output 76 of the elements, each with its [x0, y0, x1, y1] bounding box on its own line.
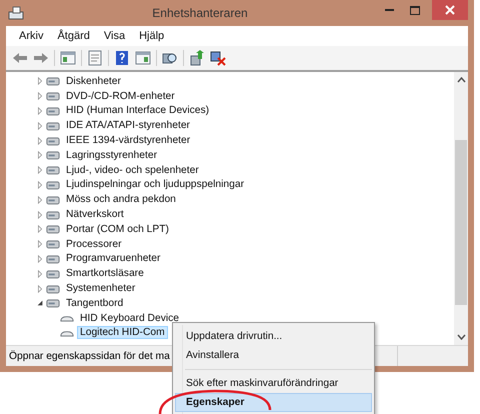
- device-icon: [46, 149, 60, 162]
- tree-item[interactable]: DVD-/CD-ROM-enheter: [63, 90, 178, 103]
- action-pane-icon[interactable]: [135, 50, 151, 66]
- menu-item[interactable]: Arkiv: [12, 30, 50, 42]
- device-icon: [46, 178, 60, 191]
- back-icon[interactable]: [12, 50, 28, 66]
- menu-item[interactable]: Visa: [96, 30, 132, 42]
- device-icon: [46, 238, 60, 250]
- device-icon: [46, 120, 60, 132]
- expand-arrow-icon[interactable]: [36, 92, 44, 100]
- device-icon: [46, 104, 60, 117]
- device-icon: [46, 75, 60, 88]
- device-icon: [46, 268, 60, 280]
- close-button[interactable]: [432, 0, 468, 20]
- device-icon: [46, 134, 60, 147]
- tree-item[interactable]: Ljudinspelningar och ljuduppspelningar: [63, 178, 248, 192]
- device-icon: [46, 223, 60, 236]
- expand-arrow-icon[interactable]: [36, 210, 44, 219]
- status-text: Öppnar egenskapssidan för det ma: [9, 350, 170, 362]
- app-icon: [8, 6, 24, 20]
- tree-item[interactable]: HID (Human Interface Devices): [63, 104, 212, 118]
- device-icon: [46, 282, 60, 295]
- expand-arrow-icon[interactable]: [36, 180, 44, 189]
- close-icon: [445, 5, 455, 15]
- expand-arrow-icon[interactable]: [36, 196, 44, 204]
- window-title: Enhetshanteraren: [151, 6, 249, 20]
- expand-arrow-icon[interactable]: [36, 151, 44, 160]
- context-menu-item[interactable]: Avinstallera: [175, 346, 372, 365]
- properties-icon[interactable]: [87, 50, 103, 66]
- device-icon: [46, 208, 60, 221]
- forward-icon[interactable]: [33, 50, 49, 66]
- tree-item[interactable]: Programvaruenheter: [63, 252, 164, 266]
- tree-item[interactable]: Processorer: [63, 238, 125, 251]
- tree-item[interactable]: Lagringsstyrenheter: [63, 148, 160, 162]
- uninstall-icon[interactable]: [210, 50, 226, 66]
- scroll-down-icon[interactable]: [456, 334, 466, 340]
- maximize-icon: [410, 6, 420, 14]
- device-icon: [46, 252, 60, 265]
- scroll-up-icon[interactable]: [456, 77, 466, 83]
- tree-item[interactable]: HID Keyboard Device: [77, 312, 182, 325]
- tree-item[interactable]: IEEE 1394-värdstyrenheter: [63, 134, 194, 148]
- tree-item[interactable]: IDE ATA/ATAPI-styrenheter: [63, 119, 193, 132]
- update-driver-icon[interactable]: [189, 50, 205, 66]
- minimize-icon: [384, 9, 394, 11]
- scrollbar[interactable]: [454, 72, 468, 345]
- expand-arrow-icon[interactable]: [36, 77, 44, 86]
- tree-item[interactable]: Diskenheter: [63, 74, 124, 88]
- context-menu-item[interactable]: Uppdatera drivrutin...: [175, 327, 372, 346]
- device-icon: [46, 164, 60, 176]
- collapse-arrow-icon[interactable]: [36, 299, 44, 308]
- expand-arrow-icon[interactable]: [36, 136, 44, 145]
- tree-item[interactable]: Nätverkskort: [63, 208, 127, 222]
- expand-arrow-icon[interactable]: [36, 106, 44, 115]
- menu-item[interactable]: Hjälp: [132, 30, 172, 42]
- console-tree-icon[interactable]: [60, 50, 76, 66]
- expand-arrow-icon[interactable]: [36, 270, 44, 278]
- expand-arrow-icon[interactable]: [36, 166, 44, 174]
- expand-arrow-icon[interactable]: [36, 240, 44, 248]
- expand-arrow-icon[interactable]: [36, 122, 44, 130]
- device-icon: [46, 194, 60, 206]
- tree-item[interactable]: Portar (COM och LPT): [63, 222, 172, 236]
- tree-item[interactable]: Smartkortsläsare: [63, 267, 147, 280]
- device-icon: [46, 90, 60, 102]
- context-menu-item[interactable]: Sök efter maskinvaruförändringar: [175, 374, 372, 393]
- help-icon[interactable]: [114, 50, 130, 66]
- expand-arrow-icon[interactable]: [36, 225, 44, 234]
- tree-item[interactable]: Ljud-, video- och spelenheter: [63, 164, 202, 177]
- expand-arrow-icon[interactable]: [36, 254, 44, 263]
- menu-item[interactable]: Åtgärd: [50, 30, 97, 42]
- context-menu-item[interactable]: Egenskaper: [175, 393, 372, 412]
- device-icon: [46, 297, 60, 310]
- tree-item[interactable]: Systemenheter: [63, 282, 138, 296]
- tree-item[interactable]: Logitech HID-Com: [77, 326, 168, 340]
- expand-arrow-icon[interactable]: [36, 284, 44, 293]
- tree-item[interactable]: Tangentbord: [63, 296, 126, 310]
- tree-item[interactable]: Möss och andra pekdon: [63, 193, 179, 206]
